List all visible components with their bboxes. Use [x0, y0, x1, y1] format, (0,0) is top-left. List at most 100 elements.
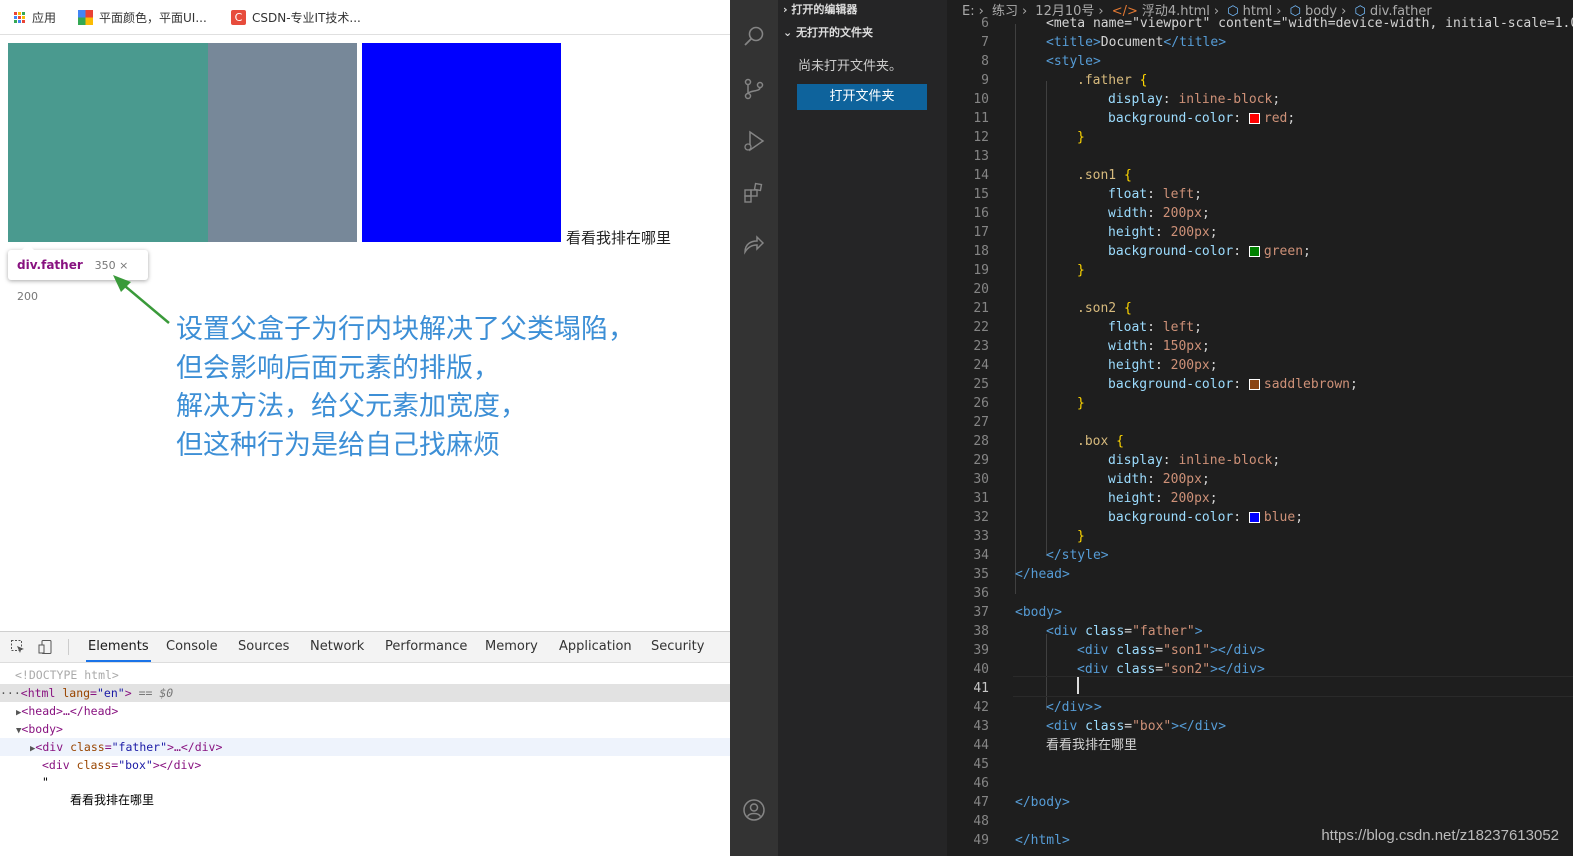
tab-memory[interactable]: Memory [483, 632, 540, 662]
account-icon[interactable] [742, 798, 766, 822]
tab-elements[interactable]: Elements [86, 632, 151, 662]
code-line: 30 width: 200px; [973, 472, 1210, 487]
browser-window: 应用 平面颜色，平面UI... C CSDN-专业IT技术... 看看我排在哪里… [0, 0, 730, 856]
code-line: 7 <title>Document</title> [981, 35, 1227, 50]
code-line: 8 <style> [981, 54, 1101, 69]
code-line: 36 [973, 586, 989, 601]
chevron-right-icon: › [783, 3, 788, 16]
open-editors-section[interactable]: › 打开的编辑器 [783, 1, 857, 17]
live-share-icon[interactable] [742, 232, 766, 256]
devtools-tabbar: Elements Console Sources Network Perform… [0, 632, 730, 663]
code-line: 31 height: 200px; [973, 491, 1218, 506]
code-line: 32 background-color: blue; [973, 510, 1304, 525]
selected-marker: == $0 [138, 686, 174, 700]
tab-application[interactable]: Application [557, 632, 634, 662]
bookmark-apps[interactable]: 应用 [14, 9, 56, 26]
green-swatch-icon [1248, 246, 1260, 257]
code-line: 29 display: inline-block; [973, 453, 1281, 468]
green-arrow-icon [113, 275, 170, 324]
code-line: 45 [973, 757, 989, 772]
code-line: 10 display: inline-block; [973, 92, 1281, 107]
code-line: 23 width: 150px; [973, 339, 1210, 354]
source-control-icon[interactable] [742, 77, 766, 101]
annotation-line: 设置父盒子为行内块解决了父类塌陷， [176, 314, 635, 345]
bookmark-csdn[interactable]: C CSDN-专业IT技术... [231, 9, 361, 26]
blue-box [362, 43, 561, 242]
bookmarks-bar: 应用 平面颜色，平面UI... C CSDN-专业IT技术... [0, 0, 730, 35]
bookmark-flat-ui[interactable]: 平面颜色，平面UI... [78, 9, 207, 26]
open-folder-button[interactable]: 打开文件夹 [797, 84, 927, 110]
dom-node-head[interactable]: ▶<head>…</head> [0, 702, 730, 720]
dom-node-html[interactable]: ···<html lang="en"> == $0 [0, 684, 730, 702]
annotation-line: 解决方法，给父元素加宽度， [176, 391, 527, 422]
code-line: 25 background-color: saddlebrown; [973, 377, 1358, 392]
code-line: 12} [973, 130, 1085, 145]
tab-console[interactable]: Console [164, 632, 220, 662]
code-line: 43 <div class="box"></div> [973, 719, 1227, 734]
devtools-panel: Elements Console Sources Network Perform… [0, 631, 730, 856]
toolbar-divider [68, 639, 69, 655]
annotation-text: 设置父盒子为行内块解决了父类塌陷， 但会影响后面元素的排版， 解决方法，给父元素… [176, 311, 635, 465]
saddlebrown-swatch-icon [1248, 379, 1260, 390]
colorful-favicon-icon [78, 10, 93, 25]
extensions-icon[interactable] [742, 181, 766, 205]
blue-swatch-icon [1248, 512, 1260, 523]
code-line: 37 <body> [973, 605, 1062, 620]
code-line: 34 </style> [973, 548, 1109, 563]
tab-sources[interactable]: Sources [236, 632, 291, 662]
code-line: 16 width: 200px; [973, 206, 1210, 221]
watermark: https://blog.csdn.net/z18237613052 [1321, 827, 1559, 844]
dom-node-doctype[interactable]: <!DOCTYPE html> [0, 666, 730, 684]
tab-performance[interactable]: Performance [383, 632, 469, 662]
no-folder-section[interactable]: ⌄ 无打开的文件夹 [783, 24, 873, 40]
code-line: 27 [973, 415, 989, 430]
inspect-element-icon[interactable] [10, 639, 26, 655]
code-line: 18 background-color: green; [973, 244, 1311, 259]
code-line: 26} [973, 396, 1085, 411]
chevron-down-icon: ⌄ [783, 26, 793, 39]
red-swatch-icon [1248, 113, 1260, 124]
bookmark-label: 应用 [32, 11, 57, 25]
search-icon[interactable] [742, 24, 766, 48]
code-line: 35 </head> [973, 567, 1070, 582]
code-line: 47 </body> [973, 795, 1070, 810]
csdn-favicon-icon: C [231, 10, 246, 25]
code-line: 40 <div class="son2"></div> [973, 662, 1265, 677]
tooltip-arrow-icon [22, 244, 34, 250]
code-line: 44 看看我排在哪里 [973, 738, 1138, 753]
code-line: 42 </div> > [973, 700, 1102, 715]
tab-security[interactable]: Security [649, 632, 706, 662]
code-line: 22 float: left; [973, 320, 1202, 335]
bookmark-label: 平面颜色，平面UI... [99, 11, 207, 25]
code-line: 19} [973, 263, 1085, 278]
dom-node-box[interactable]: <div class="box"></div> [0, 756, 730, 774]
no-folder-message: 尚未打开文件夹。 [798, 59, 903, 74]
code-editor[interactable]: E: › 练习 › 12月10号 › </> 浮动4.html › ⬡ html › ⬡ bod… [947, 0, 1573, 856]
inline-text: 看看我排在哪里 [566, 229, 672, 247]
run-debug-icon[interactable] [742, 129, 766, 153]
tooltip-tag: div.father [17, 258, 83, 272]
dom-text-quote: " [42, 775, 49, 789]
annotation-line: 但这种行为是给自己找麻烦 [176, 429, 500, 461]
code-line: 11 background-color: red; [973, 111, 1296, 126]
code-line: 41 [973, 681, 989, 696]
device-toolbar-icon[interactable] [38, 639, 54, 655]
son2-box [208, 43, 357, 242]
code-line: 13 [973, 149, 989, 164]
code-line: 6 <meta name="viewport" content="width=de… [981, 16, 1573, 31]
dom-node-body[interactable]: ▼<body> [0, 720, 730, 738]
dom-text-node[interactable]: 看看我排在哪里 [0, 791, 730, 809]
code-line: 20 [973, 282, 989, 297]
code-line: 17 height: 200px; [973, 225, 1218, 240]
apps-grid-icon [14, 11, 26, 24]
explorer-sidebar: › 打开的编辑器 ⌄ 无打开的文件夹 尚未打开文件夹。 打开文件夹 [778, 0, 947, 856]
son1-box [8, 43, 208, 242]
bookmark-label: CSDN-专业IT技术... [252, 11, 361, 25]
code-line: 14 .son1 { [973, 168, 1132, 183]
tab-network[interactable]: Network [308, 632, 366, 662]
dom-node-father[interactable]: ▶<div class="father">…</div> [0, 738, 730, 756]
code-line: 46 [973, 776, 989, 791]
annotation-line: 但会影响后面元素的排版， [176, 352, 500, 384]
activity-bar [730, 0, 778, 856]
code-line: 38 <div class="father"> [973, 624, 1203, 639]
